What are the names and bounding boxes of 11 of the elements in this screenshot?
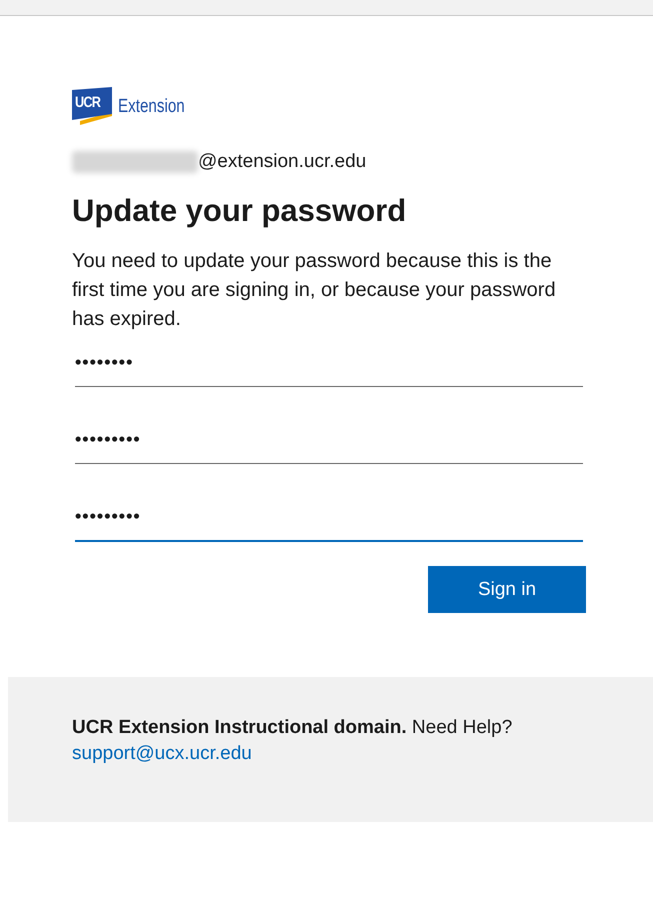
- password-field[interactable]: •••••••••: [75, 500, 583, 542]
- sign-in-button[interactable]: Sign in: [428, 566, 586, 613]
- logo-mark: UCR: [72, 87, 112, 127]
- password-field[interactable]: ••••••••: [75, 346, 583, 387]
- page-title: Update your password: [72, 192, 408, 230]
- account-email: @extension.ucr.edu: [198, 151, 366, 173]
- footer-text: UCR Extension Instructional domain. Need Help?: [72, 716, 514, 740]
- password-field[interactable]: •••••••••: [75, 423, 583, 464]
- logo-name: Extension: [118, 96, 185, 118]
- support-link[interactable]: support@ucx.ucr.edu: [72, 743, 252, 765]
- description: You need to update your password because this is the first time you are signing in, or because your password has expired.: [72, 249, 557, 332]
